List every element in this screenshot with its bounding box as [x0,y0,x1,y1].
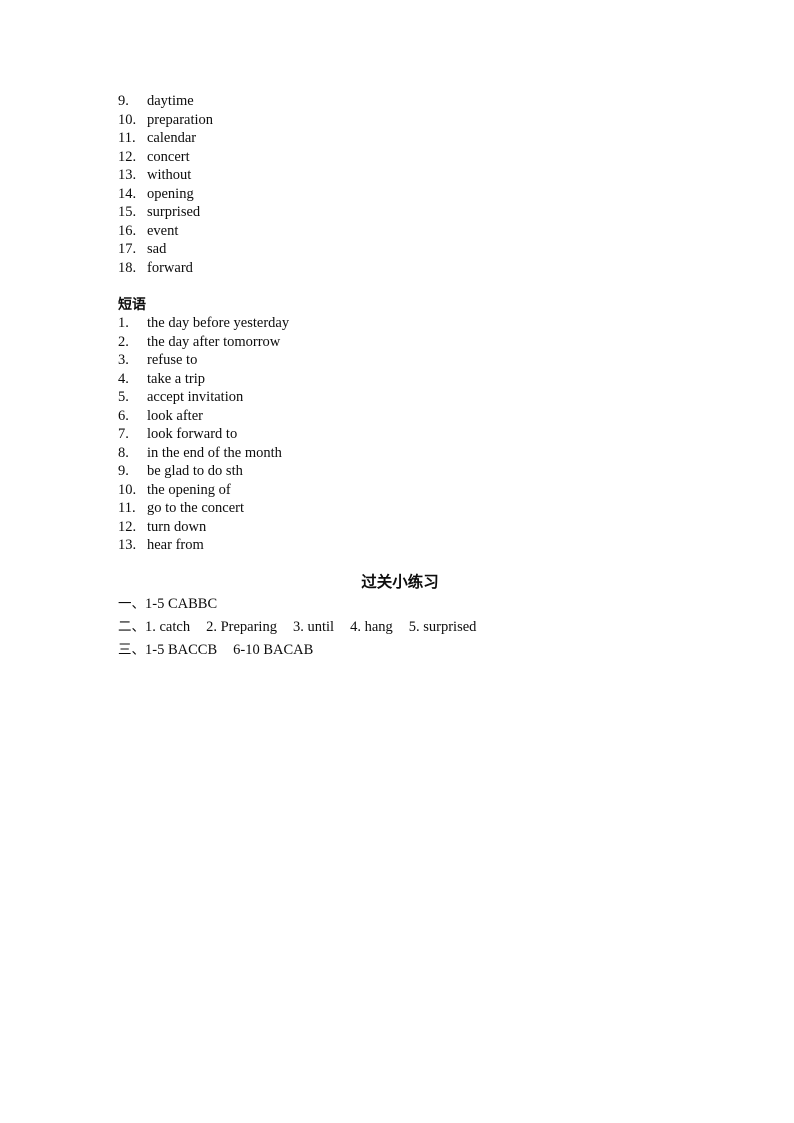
answer-item: 5. surprised [408,618,477,635]
list-item-number: 12. [118,148,137,165]
list-item-number: 10. [118,481,137,498]
list-item: 8. in the end of the month [118,444,678,463]
answer-marker: 一、 [118,595,145,612]
answer-item: 1-5 CABBC [145,595,218,612]
list-item-text: take a trip [147,370,205,387]
quiz-spacer [118,555,678,571]
list-item-number: 14. [118,185,137,202]
list-item: 6. look after [118,407,678,426]
list-item-text: without [147,167,192,183]
answer-line: 二、1. catch 2. Preparing 3. until 4. hang 5. … [118,616,678,639]
list-item-number: 15. [118,204,137,220]
answer-line: 一、1-5 CABBC [118,593,678,616]
list-item: 7. look forward to [118,425,678,444]
list-item-text: the day before yesterday [147,315,290,331]
list-item-text: the opening of [147,481,231,498]
document-page: 9. daytime 10. preparation 11. calendar 12. con… [0,0,794,1123]
list-item-text: go to the concert [147,500,245,516]
phrases-heading: 短语 [118,296,146,313]
list-item-text: concert [147,148,190,165]
vocabulary-list: 9. daytime 10. preparation 11. calendar 12. con… [118,92,678,277]
list-item-text: look forward to [147,426,238,442]
answer-item: 6-10 BACAB [233,641,314,658]
answer-item: 2. Preparing [206,618,277,635]
list-item-number: 9. [118,93,129,109]
list-item-text: the day after tomorrow [147,333,281,350]
list-item: 10. preparation [118,111,678,130]
list-item-number: 13. [118,167,137,183]
list-item-text: turn down [147,518,207,535]
answer-body: 1. catch 2. Preparing 3. until 4. hang 5. su… [145,619,476,635]
list-item-number: 3. [118,352,129,368]
list-item-number: 4. [118,370,129,387]
answer-marker: 二、 [118,618,145,635]
document-content: 9. daytime 10. preparation 11. calendar 12. con… [118,92,678,662]
phrases-list: 1. the day before yesterday 2. the day afte… [118,314,678,555]
list-item-text: sad [147,241,167,257]
list-item: 11. go to the concert [118,499,678,518]
list-item-text: daytime [147,93,194,109]
list-item-number: 16. [118,222,137,239]
list-item-text: forward [147,259,193,276]
list-item: 3. refuse to [118,351,678,370]
list-item-number: 1. [118,315,129,331]
list-item-text: surprised [147,204,201,220]
list-item-number: 18. [118,259,137,276]
list-item-number: 17. [118,241,137,257]
answer-item: 1-5 BACCB [145,641,218,658]
list-item-number: 13. [118,537,137,553]
list-item: 13. without [118,166,678,185]
list-item-number: 5. [118,389,129,405]
list-item-text: in the end of the month [147,444,282,461]
list-item-text: hear from [147,537,204,553]
list-item-text: accept invitation [147,389,244,405]
list-item-number: 2. [118,333,129,350]
list-item-number: 11. [118,500,136,516]
list-item: 13. hear from [118,536,678,555]
list-item-number: 10. [118,111,137,128]
list-item-number: 12. [118,518,137,535]
answer-item: 1. catch [145,618,191,635]
list-item: 12. turn down [118,518,678,537]
answer-line: 三、1-5 BACCB 6-10 BACAB [118,639,678,662]
list-item-number: 9. [118,463,129,479]
list-item: 14. opening [118,185,678,204]
list-item: 17. sad [118,240,678,259]
list-item-text: refuse to [147,352,198,368]
list-item-text: event [147,222,179,239]
list-item-number: 8. [118,444,129,461]
list-item: 2. the day after tomorrow [118,333,678,352]
list-item-number: 6. [118,407,129,424]
list-item-number: 11. [118,130,136,146]
list-item-text: calendar [147,130,197,146]
answer-body: 1-5 BACCB 6-10 BACAB [145,642,313,658]
list-item: 15. surprised [118,203,678,222]
list-item: 12. concert [118,148,678,167]
answer-item: 4. hang [350,618,393,635]
list-item-text: opening [147,185,194,202]
list-item-number: 7. [118,426,129,442]
list-item: 1. the day before yesterday [118,314,678,333]
list-item: 18. forward [118,259,678,278]
answer-body: 1-5 CABBC [145,596,217,612]
list-item: 4. take a trip [118,370,678,389]
answer-item: 3. until [292,618,335,635]
list-item-text: preparation [147,111,214,128]
list-item: 16. event [118,222,678,241]
list-item-text: look after [147,407,203,424]
list-item: 9. daytime [118,92,678,111]
list-item: 5. accept invitation [118,388,678,407]
list-item: 10. the opening of [118,481,678,500]
list-item: 9. be glad to do sth [118,462,678,481]
answer-key: 一、1-5 CABBC 二、1. catch 2. Preparing 3. unti… [118,593,678,662]
quiz-title: 过关小练习 [361,572,439,591]
list-item-text: be glad to do sth [147,463,243,479]
answer-marker: 三、 [118,641,145,658]
list-item: 11. calendar [118,129,678,148]
